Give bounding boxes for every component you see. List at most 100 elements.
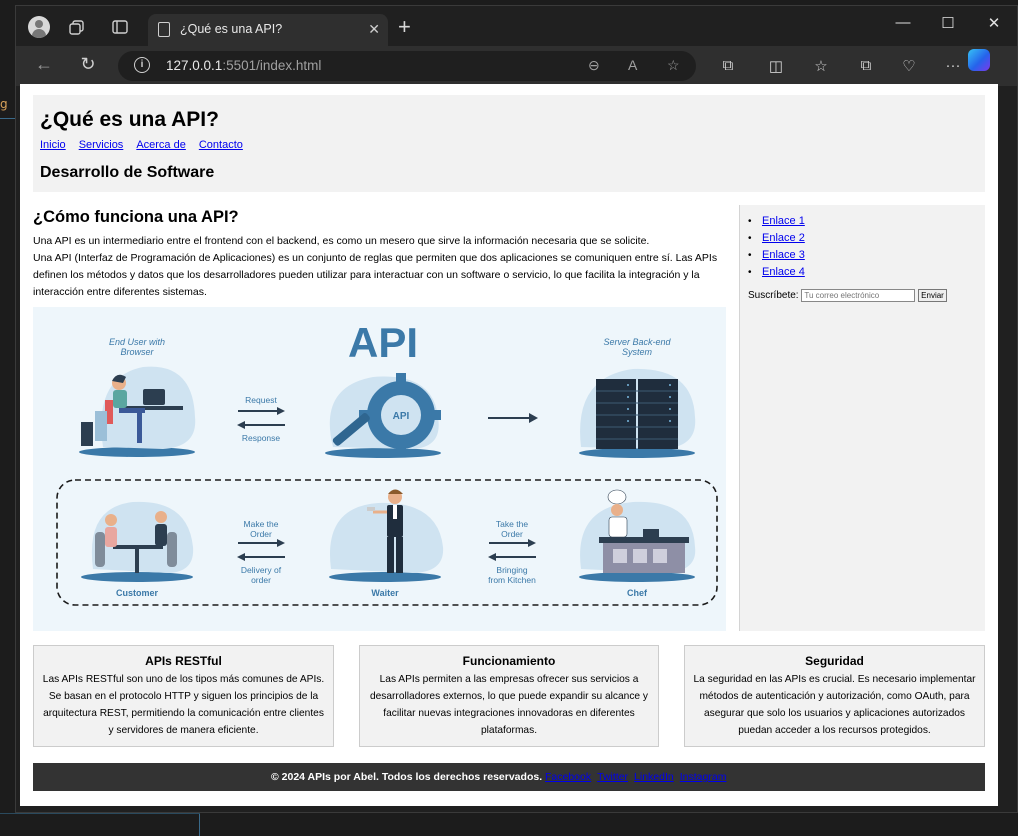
desktop-line — [0, 118, 15, 119]
tab-close-icon[interactable]: ✕ — [368, 21, 380, 38]
title-bar: ¿Qué es una API? ✕ + — ☐ ✕ — [16, 6, 1017, 46]
tab-active[interactable]: ¿Qué es una API? ✕ — [148, 14, 388, 46]
page-title: ¿Qué es una API? — [40, 108, 219, 131]
address-bar[interactable]: i 127.0.0.1:5501/index.html ⊖ A ☆ — [118, 51, 696, 81]
nav-link-acerca[interactable]: Acerca de — [136, 139, 186, 151]
subscribe-label: Suscríbete: — [748, 290, 799, 302]
card-seguridad: Seguridad La seguridad en las APIs es cr… — [684, 645, 985, 747]
sidebar: Enlace 1 Enlace 2 Enlace 3 Enlace 4 Susc… — [739, 205, 985, 631]
tab-actions-icon[interactable] — [111, 18, 129, 36]
definition-paragraph: Una API (Interfaz de Programación de Apl… — [33, 252, 718, 298]
card-title: Seguridad — [805, 654, 864, 668]
diagram-gear-label: API — [393, 411, 410, 422]
list-item: Enlace 2 — [748, 230, 805, 247]
diagram-waiter-label: Waiter — [371, 588, 399, 598]
footer-link-twitter[interactable]: Twitter — [597, 771, 628, 783]
intro-paragraph: Una API es un intermediario entre el fro… — [33, 235, 650, 247]
server-illustration — [579, 368, 696, 458]
card-title: APIs RESTful — [145, 654, 222, 668]
zoom-out-icon[interactable]: ⊖ — [588, 57, 600, 74]
end-user-illustration — [79, 366, 196, 457]
copilot-icon[interactable] — [968, 49, 990, 71]
favorites-icon[interactable]: ☆ — [811, 57, 831, 75]
api-gear-illustration: API — [325, 373, 441, 458]
footer-link-instagram[interactable]: Instagram — [680, 771, 727, 783]
back-icon[interactable]: ← — [32, 54, 56, 75]
sidebar-link-4[interactable]: Enlace 4 — [762, 266, 805, 278]
card-text: La seguridad en las APIs es crucial. Es … — [693, 674, 976, 736]
diagram-enduser-label-2: Browser — [120, 347, 154, 357]
more-menu-icon[interactable]: ··· — [943, 57, 963, 74]
footer-link-linkedin[interactable]: LinkedIn — [634, 771, 674, 783]
diagram-bringing-label-1: Bringing — [496, 565, 527, 575]
diagram-customer-label: Customer — [116, 588, 159, 598]
extensions-icon[interactable]: ⧉ — [718, 57, 738, 74]
nav-link-contacto[interactable]: Contacto — [199, 139, 243, 151]
profile-avatar[interactable] — [28, 16, 50, 38]
site-header: ¿Qué es una API? Inicio Servicios Acerca d… — [33, 95, 985, 192]
desktop-line — [0, 813, 200, 814]
tab-title: ¿Qué es una API? — [180, 22, 283, 36]
window-close-icon[interactable]: ✕ — [979, 14, 1009, 32]
diagram-request-label: Request — [245, 395, 277, 405]
diagram-chef-label: Chef — [627, 588, 648, 598]
footer-copyright: © 2024 APIs por Abel. Todos los derechos… — [271, 771, 543, 783]
nav-link-servicios[interactable]: Servicios — [79, 139, 124, 151]
card-funcionamiento: Funcionamiento Las APIs permiten a las e… — [359, 645, 659, 747]
new-tab-icon[interactable]: + — [398, 14, 411, 40]
card-title: Funcionamiento — [462, 654, 556, 668]
site-footer: © 2024 APIs por Abel. Todos los derechos… — [33, 763, 985, 791]
maximize-icon[interactable]: ☐ — [933, 14, 963, 32]
read-aloud-icon[interactable]: A — [628, 57, 637, 73]
card-text: Las APIs RESTful son uno de los tipos má… — [42, 674, 325, 736]
page-favicon-icon — [158, 22, 170, 37]
diagram-bringing-label-2: from Kitchen — [488, 575, 536, 585]
site-info-icon[interactable]: i — [134, 57, 150, 73]
minimize-icon[interactable]: — — [888, 14, 918, 31]
sidebar-link-list: Enlace 1 Enlace 2 Enlace 3 Enlace 4 — [748, 213, 805, 281]
diagram-api-title: API — [348, 319, 418, 366]
api-diagram-image: API End User with Browser Server Back-en… — [33, 307, 726, 631]
card-restful: APIs RESTful Las APIs RESTful son uno de… — [33, 645, 334, 747]
sidebar-link-2[interactable]: Enlace 2 — [762, 232, 805, 244]
refresh-icon[interactable]: ↻ — [76, 54, 100, 75]
customer-illustration — [81, 501, 194, 582]
list-item: Enlace 4 — [748, 264, 805, 281]
diagram-take-order-label-1: Take the — [496, 519, 528, 529]
diagram-delivery-label-2: order — [251, 575, 271, 585]
diagram-server-label-1: Server Back-end — [603, 337, 671, 347]
desktop-text-fragment: g — [0, 97, 8, 111]
url-text: 127.0.0.1:5501/index.html — [166, 58, 321, 73]
page-viewport: ¿Qué es una API? Inicio Servicios Acerca d… — [20, 84, 998, 806]
footer-link-facebook[interactable]: Facebook — [545, 771, 591, 783]
footer-social-links: Facebook Twitter LinkedIn Instagram — [545, 771, 732, 783]
diagram-delivery-label-1: Delivery of — [241, 565, 282, 575]
diagram-enduser-label-1: End User with — [109, 337, 165, 347]
subscribe-form: Suscríbete: Enviar — [748, 289, 947, 302]
url-path: :5501/index.html — [222, 58, 322, 73]
list-item: Enlace 1 — [748, 213, 805, 230]
browser-toolbar: ← ↻ i 127.0.0.1:5501/index.html ⊖ A ☆ ⧉ … — [16, 46, 1017, 86]
sidebar-link-1[interactable]: Enlace 1 — [762, 215, 805, 227]
nav-link-inicio[interactable]: Inicio — [40, 139, 66, 151]
card-text: Las APIs permiten a las empresas ofrecer… — [369, 674, 649, 736]
favorite-star-icon[interactable]: ☆ — [667, 57, 680, 74]
diagram-response-label: Response — [242, 433, 281, 443]
diagram-make-order-label-2: Order — [250, 529, 272, 539]
waiter-illustration — [329, 489, 444, 582]
diagram-server-label-2: System — [622, 347, 653, 357]
collections-icon[interactable]: ⧉ — [856, 57, 876, 74]
diagram-take-order-label-2: Order — [501, 529, 523, 539]
diagram-make-order-label-1: Make the — [244, 519, 279, 529]
list-item: Enlace 3 — [748, 247, 805, 264]
split-screen-icon[interactable]: ◫ — [766, 57, 786, 75]
chef-illustration — [579, 489, 696, 582]
browser-essentials-icon[interactable]: ♡ — [899, 57, 919, 75]
email-field[interactable] — [801, 289, 916, 302]
workspaces-icon[interactable] — [68, 18, 86, 36]
send-button[interactable]: Enviar — [918, 289, 947, 302]
desktop-line — [199, 813, 200, 836]
section-heading: ¿Cómo funciona una API? — [33, 208, 239, 226]
sidebar-link-3[interactable]: Enlace 3 — [762, 249, 805, 261]
main-nav: Inicio Servicios Acerca de Contacto — [40, 139, 256, 151]
